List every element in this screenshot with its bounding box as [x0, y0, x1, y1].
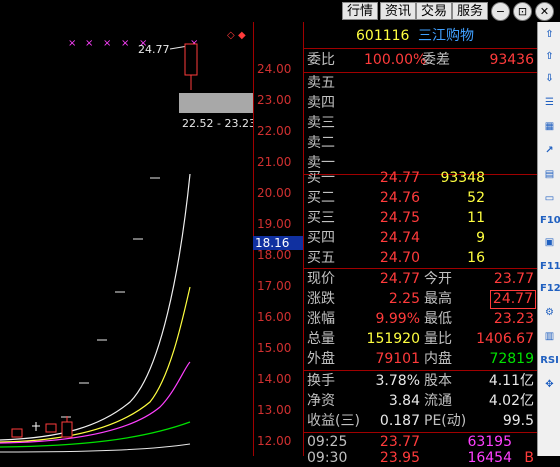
marker-x: × — [68, 38, 76, 49]
weibi-value: 100.00% — [364, 52, 427, 68]
up-arrow-outline-icon[interactable]: ⇧ — [540, 48, 559, 66]
stat-row: 外盘 79101 内盘 72819 — [307, 351, 534, 367]
top-toolbar: 行情 资讯 交易 服务 − ⊡ ✕ — [0, 0, 560, 22]
close-icon[interactable]: ✕ — [535, 2, 554, 21]
info-row: 净资 3.84 流通 4.02亿 — [307, 393, 534, 409]
y-tick: 24.00 — [257, 62, 292, 76]
y-tick: 18.00 — [257, 248, 292, 262]
y-tick: 21.00 — [257, 155, 292, 169]
market-button[interactable]: 行情 — [342, 2, 379, 20]
y-tick: 15.00 — [257, 341, 292, 355]
bid-row: 买五 24.70 16 — [307, 250, 485, 266]
trade-button[interactable]: 交易 — [416, 2, 453, 20]
small-candles — [11, 416, 73, 438]
f11-icon[interactable]: F11 — [540, 258, 560, 276]
tool-sidebar: ⇧ ⇧ ⇩ ☰ ▦ ↗ ▤ ▭ F10 ▣ F11 F12 ⚙ ▥ RSI ✥ — [537, 22, 560, 456]
down-arrow-outline-icon[interactable]: ⇩ — [540, 70, 559, 88]
trend-icon[interactable]: ↗ — [540, 142, 559, 160]
quote-panel: 601116 三江购物 委比 100.00% 委差 93436 卖五 卖四 卖三… — [303, 22, 538, 466]
stat-row: 现价 24.77 今开 23.77 — [307, 271, 534, 287]
bid-row: 买一 24.77 93348 — [307, 170, 485, 186]
info-row: 换手 3.78% 股本 4.11亿 — [307, 373, 534, 389]
ask-row: 卖二 — [307, 135, 335, 151]
doc-icon[interactable]: ▤ — [540, 166, 559, 184]
service-button[interactable]: 服务 — [452, 2, 489, 20]
stat-row: 总量 151920 量比 1406.67 — [307, 331, 534, 347]
range-label: 22.52 - 23.23 — [182, 117, 253, 130]
price-range-box — [179, 93, 253, 113]
marker-x: × — [103, 38, 111, 49]
y-tick: 19.00 — [257, 217, 292, 231]
minimize-icon[interactable]: − — [491, 2, 510, 21]
bid-row: 买三 24.75 11 — [307, 210, 485, 226]
high-price-label: 24.77 — [138, 43, 170, 56]
f12-icon[interactable]: F12 — [540, 280, 560, 298]
gear-icon[interactable]: ⚙ — [540, 304, 559, 322]
y-tick: 14.00 — [257, 372, 292, 386]
y-tick: 23.00 — [257, 93, 292, 107]
restore-icon[interactable]: ⊡ — [513, 2, 532, 21]
cursor-price-tag: 18.16 — [253, 236, 303, 250]
diamond-icon: ◆ — [238, 30, 246, 41]
volume-icon[interactable]: ▥ — [540, 328, 559, 346]
card-icon[interactable]: ▭ — [540, 190, 559, 208]
marker-x: × — [85, 38, 93, 49]
ma10-line — [0, 286, 191, 443]
weibi-row: 委比 100.00% 委差 93436 — [304, 50, 538, 71]
f10-alt-icon[interactable]: ▣ — [540, 234, 559, 252]
y-tick: 17.00 — [257, 279, 292, 293]
y-tick: 20.00 — [257, 186, 292, 200]
f10-icon[interactable]: F10 — [540, 212, 560, 230]
rsi-icon[interactable]: RSI — [540, 352, 559, 370]
weicha-value: 93436 — [489, 52, 534, 68]
ma5-line — [0, 173, 191, 441]
kline-chart[interactable]: × × × × × × ◇ ◆ 24.77 22.52 - 23.23 — [0, 22, 253, 456]
stock-name: 三江购物 — [418, 28, 474, 44]
ma60-line — [0, 443, 191, 453]
info-row: 收益(三) 0.187 PE(动) 99.5 — [307, 413, 534, 429]
stat-row: 涨幅 9.99% 最低 23.23 — [307, 311, 534, 327]
weibi-label: 委比 — [307, 52, 335, 68]
ask-row: 卖四 — [307, 95, 335, 111]
list-icon[interactable]: ☰ — [540, 94, 559, 112]
ask-row: 卖三 — [307, 115, 335, 131]
grid-icon[interactable]: ▦ — [540, 118, 559, 136]
level-marks — [61, 177, 160, 418]
diamond-icon: ◇ — [227, 30, 235, 41]
y-tick: 13.00 — [257, 403, 292, 417]
stock-header: 601116 三江购物 — [304, 26, 538, 47]
move-icon[interactable]: ✥ — [540, 376, 559, 394]
stat-row: 涨跌 2.25 最高 24.77 — [304, 289, 538, 310]
bid-row: 买四 24.74 9 — [307, 230, 485, 246]
stock-code: 601116 — [356, 28, 410, 44]
bid-row: 买二 24.76 52 — [307, 190, 485, 206]
up-arrow-icon[interactable]: ⇧ — [540, 26, 559, 44]
tick-row: 09:30 23.95 16454 B — [307, 450, 534, 466]
candle-body — [184, 43, 198, 76]
marker-x: × — [121, 38, 129, 49]
weicha-label: 委差 — [422, 52, 450, 68]
ask-row: 卖五 — [307, 75, 335, 91]
y-tick: 12.00 — [257, 434, 292, 448]
y-tick: 22.00 — [257, 124, 292, 138]
y-tick: 16.00 — [257, 310, 292, 324]
news-button[interactable]: 资讯 — [380, 2, 417, 20]
